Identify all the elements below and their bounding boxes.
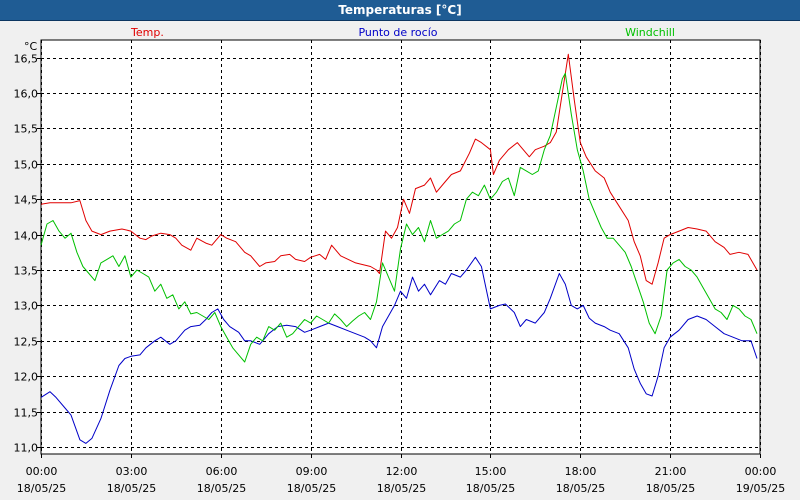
x-tick-date-label: 18/05/25: [287, 482, 336, 495]
x-tick-time-label: 15:00: [475, 465, 507, 478]
x-tick-date-label: 18/05/25: [17, 482, 66, 495]
y-tick-label: 12,0: [14, 371, 39, 384]
y-tick-label: 11,5: [14, 407, 39, 420]
y-tick-label: 15,0: [14, 159, 39, 172]
temperature-chart: 11,0 11,5 12,0 12,5 13,0 13,5 14,0 14,5 15,0 15,5…: [14, 26, 786, 495]
x-tick-time-label: 18:00: [565, 465, 597, 478]
y-tick-label: 13,0: [14, 300, 39, 313]
x-tick-time-label: 09:00: [296, 465, 328, 478]
x-tick-date-label: 18/05/25: [107, 482, 156, 495]
y-tick-label: 15,5: [14, 123, 39, 136]
window-title-bar: Temperaturas [°C]: [0, 0, 800, 21]
x-tick-time-label: 03:00: [116, 465, 148, 478]
legend-entry-0: Temp.: [130, 26, 164, 39]
x-tick-date-label: 18/05/25: [197, 482, 246, 495]
x-axis: 00:00 18/05/25 03:00 18/05/25 06:00 18/05/25 0…: [17, 454, 785, 495]
y-tick-label: 16,5: [14, 53, 39, 66]
y-axis: 11,0 11,5 12,0 12,5 13,0 13,5 14,0 14,5 15,0 15,5…: [14, 53, 41, 455]
x-tick-time-label: 06:00: [206, 465, 238, 478]
x-tick-time-label: 21:00: [655, 465, 687, 478]
chart-panel: 11,0 11,5 12,0 12,5 13,0 13,5 14,0 14,5 15,0 15,5…: [0, 21, 800, 500]
x-tick-date-label: 18/05/25: [556, 482, 605, 495]
y-tick-label: 14,0: [14, 230, 39, 243]
window-title: Temperaturas [°C]: [338, 3, 462, 17]
y-axis-unit-label: °C: [24, 40, 38, 53]
x-tick-date-label: 19/05/25: [736, 482, 785, 495]
legend-entry-2: Windchill: [625, 26, 675, 39]
y-tick-label: 14,5: [14, 194, 39, 207]
x-tick-time-label: 00:00: [745, 465, 777, 478]
x-tick-date-label: 18/05/25: [646, 482, 695, 495]
legend: Temp. Punto de rocío Windchill: [130, 26, 675, 39]
x-tick-date-label: 18/05/25: [377, 482, 426, 495]
y-tick-label: 16,0: [14, 88, 39, 101]
x-tick-date-label: 18/05/25: [466, 482, 515, 495]
y-tick-label: 12,5: [14, 336, 39, 349]
legend-entry-1: Punto de rocío: [358, 26, 437, 39]
x-tick-time-label: 12:00: [386, 465, 418, 478]
x-tick-time-label: 00:00: [26, 465, 58, 478]
y-tick-label: 11,0: [14, 442, 39, 455]
y-tick-label: 13,5: [14, 265, 39, 278]
